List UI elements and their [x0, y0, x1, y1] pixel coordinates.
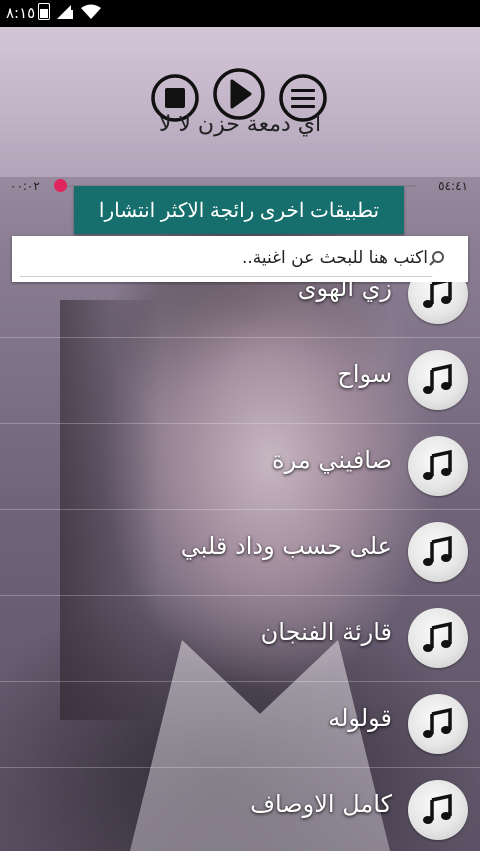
song-title: صافيني مرة	[272, 446, 392, 474]
song-play-button[interactable]	[408, 436, 468, 496]
signal-icon	[57, 4, 73, 19]
song-play-button[interactable]	[408, 608, 468, 668]
song-title: قارئة الفنجان	[260, 618, 392, 646]
song-list: زي الهوى سواح صافيني مرة على حسب وداد قل…	[0, 282, 480, 851]
song-play-button[interactable]	[408, 780, 468, 840]
song-item[interactable]: صافيني مرة	[0, 424, 480, 508]
status-time: ٨:١٥	[6, 4, 36, 22]
song-item[interactable]: سواح	[0, 338, 480, 422]
song-item[interactable]: زي الهوى	[0, 282, 480, 336]
search-icon[interactable]	[428, 250, 446, 268]
song-item[interactable]: على حسب وداد قلبي	[0, 510, 480, 594]
player-panel: اي دمعة حزن لا لا ٠٠:٠٢ ٥٤:٤١	[0, 27, 480, 193]
song-play-button[interactable]	[408, 522, 468, 582]
search-input[interactable]	[20, 240, 432, 277]
song-title: على حسب وداد قلبي	[180, 532, 392, 560]
song-item[interactable]: كامل الاوصاف	[0, 768, 480, 851]
music-note-icon	[423, 449, 452, 480]
music-note-icon	[423, 621, 452, 652]
wifi-icon	[81, 4, 101, 19]
song-title: كامل الاوصاف	[250, 790, 392, 818]
song-title: سواح	[337, 360, 392, 388]
song-title: قولوله	[328, 704, 392, 732]
music-note-icon	[423, 282, 452, 308]
song-play-button[interactable]	[408, 350, 468, 410]
search-bar	[12, 236, 468, 282]
music-note-icon	[423, 793, 452, 824]
music-note-icon	[423, 535, 452, 566]
other-apps-button[interactable]: تطبيقات اخرى رائجة الاكثر انتشارا	[74, 186, 404, 234]
song-item[interactable]: قولوله	[0, 682, 480, 766]
now-playing-title: اي دمعة حزن لا لا	[158, 112, 322, 137]
song-play-button[interactable]	[408, 694, 468, 754]
status-icons	[38, 3, 102, 20]
song-title: زي الهوى	[297, 282, 392, 302]
elapsed-time: ٠٠:٠٢	[10, 179, 40, 193]
status-bar: ٨:١٥	[0, 0, 480, 27]
song-play-button[interactable]	[408, 282, 468, 324]
seek-thumb[interactable]	[54, 179, 67, 192]
song-item[interactable]: قارئة الفنجان	[0, 596, 480, 680]
battery-icon	[38, 3, 50, 20]
total-duration: ٥٤:٤١	[438, 179, 468, 193]
music-note-icon	[423, 363, 452, 394]
music-note-icon	[423, 707, 452, 738]
